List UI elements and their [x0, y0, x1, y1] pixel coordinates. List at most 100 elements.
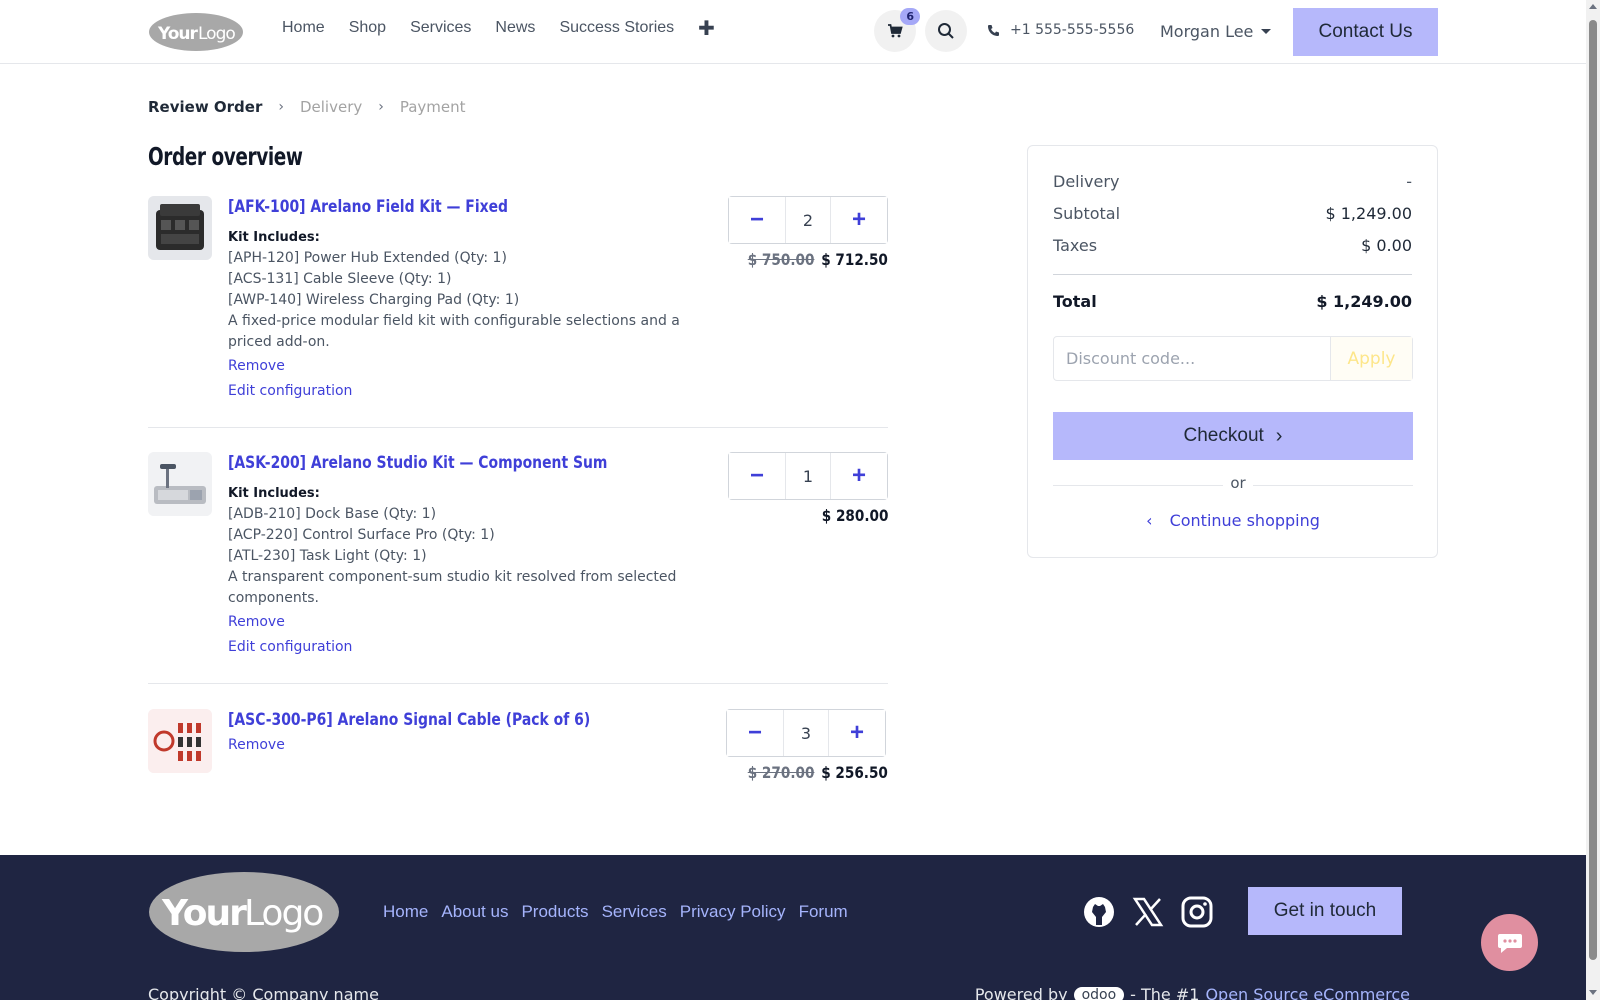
subtotal-label: Subtotal [1053, 204, 1121, 223]
product-image-field-kit[interactable] [148, 196, 212, 260]
footer-link-forum[interactable]: Forum [799, 902, 848, 922]
kit-includes-label: Kit Includes: [228, 230, 320, 245]
chevron-right-icon: › [278, 99, 284, 115]
remove-link[interactable]: Remove [228, 612, 708, 632]
scroll-up-icon[interactable] [1589, 4, 1597, 9]
discounted-price: $ 712.50 [821, 250, 888, 269]
nav-services[interactable]: Services [410, 18, 471, 38]
continue-shopping-label: Continue shopping [1169, 511, 1320, 530]
line-price: $ 280.00 [821, 506, 888, 525]
copyright-text: Copyright © Company name [148, 985, 379, 1000]
page-scrollbar[interactable] [1586, 0, 1600, 1000]
remove-link[interactable]: Remove [228, 735, 708, 755]
open-source-ecommerce-link[interactable]: Open Source eCommerce [1205, 985, 1410, 1000]
taxes-value: $ 0.00 [1361, 236, 1412, 255]
scroll-down-icon[interactable] [1589, 990, 1597, 995]
line-total-price: $ 280.00 [821, 506, 888, 525]
product-image-studio-kit[interactable] [148, 452, 212, 516]
nav-news[interactable]: News [495, 18, 535, 38]
discount-form: Apply [1053, 336, 1413, 381]
increase-quantity-button[interactable]: + [829, 710, 885, 756]
quantity-input[interactable]: 2 [785, 197, 831, 243]
caret-down-icon [1261, 29, 1272, 34]
kit-component: [APH-120] Power Hub Extended (Qty: 1) [228, 250, 507, 266]
summary-divider [1053, 274, 1412, 275]
line-details: [ASK-200] Arelano Studio Kit — Component… [228, 452, 708, 657]
edit-configuration-link[interactable]: Edit configuration [228, 381, 708, 401]
total-value: $ 1,249.00 [1316, 292, 1412, 311]
powered-prefix: Powered by [974, 985, 1068, 1000]
decrease-quantity-button[interactable]: − [729, 197, 785, 243]
footer-link-privacy[interactable]: Privacy Policy [680, 902, 786, 922]
odoo-logo[interactable]: odoo [1073, 986, 1125, 1000]
edit-configuration-link[interactable]: Edit configuration [228, 637, 708, 657]
kit-component: [AWP-140] Wireless Charging Pad (Qty: 1) [228, 292, 520, 308]
site-logo[interactable]: Your Logo [148, 12, 243, 52]
kit-component: [ATL-230] Task Light (Qty: 1) [228, 548, 427, 564]
apply-discount-button[interactable]: Apply [1330, 337, 1412, 380]
decrease-quantity-button[interactable]: − [727, 710, 783, 756]
cart-line-ask-200: [ASK-200] Arelano Studio Kit — Component… [148, 452, 888, 667]
nav-shop[interactable]: Shop [349, 18, 386, 38]
footer-link-about[interactable]: About us [441, 902, 508, 922]
powered-mid: - The #1 [1130, 985, 1200, 1000]
site-header: Your Logo Home Shop Services News Succes… [0, 0, 1586, 64]
get-in-touch-button[interactable]: Get in touch [1248, 887, 1402, 935]
increase-quantity-button[interactable]: + [831, 453, 887, 499]
footer-logo[interactable]: Your Logo [148, 871, 340, 953]
step-payment: Payment [399, 98, 466, 116]
total-row: Total $ 1,249.00 [1053, 292, 1412, 311]
footer-link-products[interactable]: Products [521, 902, 588, 922]
instagram-icon[interactable] [1180, 895, 1214, 929]
main-nav: Home Shop Services News Success Stories … [282, 18, 715, 38]
delivery-value: - [1406, 172, 1412, 191]
cart-line-asc-300-p6: [ASC-300-P6] Arelano Signal Cable (Pack … [148, 709, 888, 789]
line-divider [148, 427, 888, 428]
product-link[interactable]: [ASC-300-P6] Arelano Signal Cable (Pack … [228, 709, 622, 731]
footer-link-services[interactable]: Services [602, 902, 667, 922]
kit-component: [ACS-131] Cable Sleeve (Qty: 1) [228, 271, 452, 287]
nav-success-stories[interactable]: Success Stories [559, 18, 674, 38]
quantity-input[interactable]: 3 [783, 710, 829, 756]
quantity-input[interactable]: 1 [785, 453, 831, 499]
scrollbar-thumb[interactable] [1589, 20, 1597, 960]
user-menu[interactable]: Morgan Lee [1160, 22, 1272, 41]
nav-home[interactable]: Home [282, 18, 325, 38]
chevron-right-icon: › [378, 99, 384, 115]
checkout-steps: Review Order › Delivery › Payment [148, 98, 466, 116]
line-details: [AFK-100] Arelano Field Kit — Fixed Kit … [228, 196, 708, 401]
user-name: Morgan Lee [1160, 22, 1254, 41]
product-link[interactable]: [AFK-100] Arelano Field Kit — Fixed [228, 196, 622, 218]
chevron-left-icon: ‹ [1146, 511, 1153, 530]
nav-more-plus-icon[interactable]: ✚ [698, 18, 715, 38]
increase-quantity-button[interactable]: + [831, 197, 887, 243]
subtotal-row: Subtotal $ 1,249.00 [1053, 204, 1412, 223]
checkout-button[interactable]: Checkout › [1053, 412, 1413, 460]
line-details: [ASC-300-P6] Arelano Signal Cable (Pack … [228, 709, 708, 755]
decrease-quantity-button[interactable]: − [729, 453, 785, 499]
remove-link[interactable]: Remove [228, 356, 708, 376]
search-button[interactable] [925, 10, 967, 52]
order-summary-card: Delivery - Subtotal $ 1,249.00 Taxes $ 0… [1027, 145, 1438, 558]
phone-link[interactable]: +1 555-555-5556 [987, 22, 1134, 38]
contact-us-button[interactable]: Contact Us [1293, 8, 1438, 56]
cart-button[interactable]: 6 [874, 8, 920, 52]
delivery-label: Delivery [1053, 172, 1120, 191]
line-price: $ 750.00 $ 712.50 [748, 250, 888, 269]
phone-number: +1 555-555-5556 [1010, 22, 1135, 38]
product-link[interactable]: [ASK-200] Arelano Studio Kit — Component… [228, 452, 622, 474]
page-title: Order overview [148, 142, 303, 171]
live-chat-button[interactable] [1481, 914, 1538, 971]
svg-text:Your: Your [161, 893, 247, 934]
product-image-signal-cable[interactable] [148, 709, 212, 773]
footer-link-home[interactable]: Home [383, 902, 428, 922]
total-label: Total [1053, 292, 1097, 311]
github-icon[interactable] [1082, 895, 1116, 929]
x-twitter-icon[interactable] [1131, 895, 1165, 929]
search-icon [938, 23, 954, 39]
cart-line-afk-100: [AFK-100] Arelano Field Kit — Fixed Kit … [148, 196, 888, 411]
subtotal-value: $ 1,249.00 [1325, 204, 1412, 223]
kit-component: [ACP-220] Control Surface Pro (Qty: 1) [228, 527, 495, 543]
continue-shopping-link[interactable]: ‹ Continue shopping [1053, 511, 1413, 530]
discount-code-input[interactable] [1054, 337, 1330, 380]
